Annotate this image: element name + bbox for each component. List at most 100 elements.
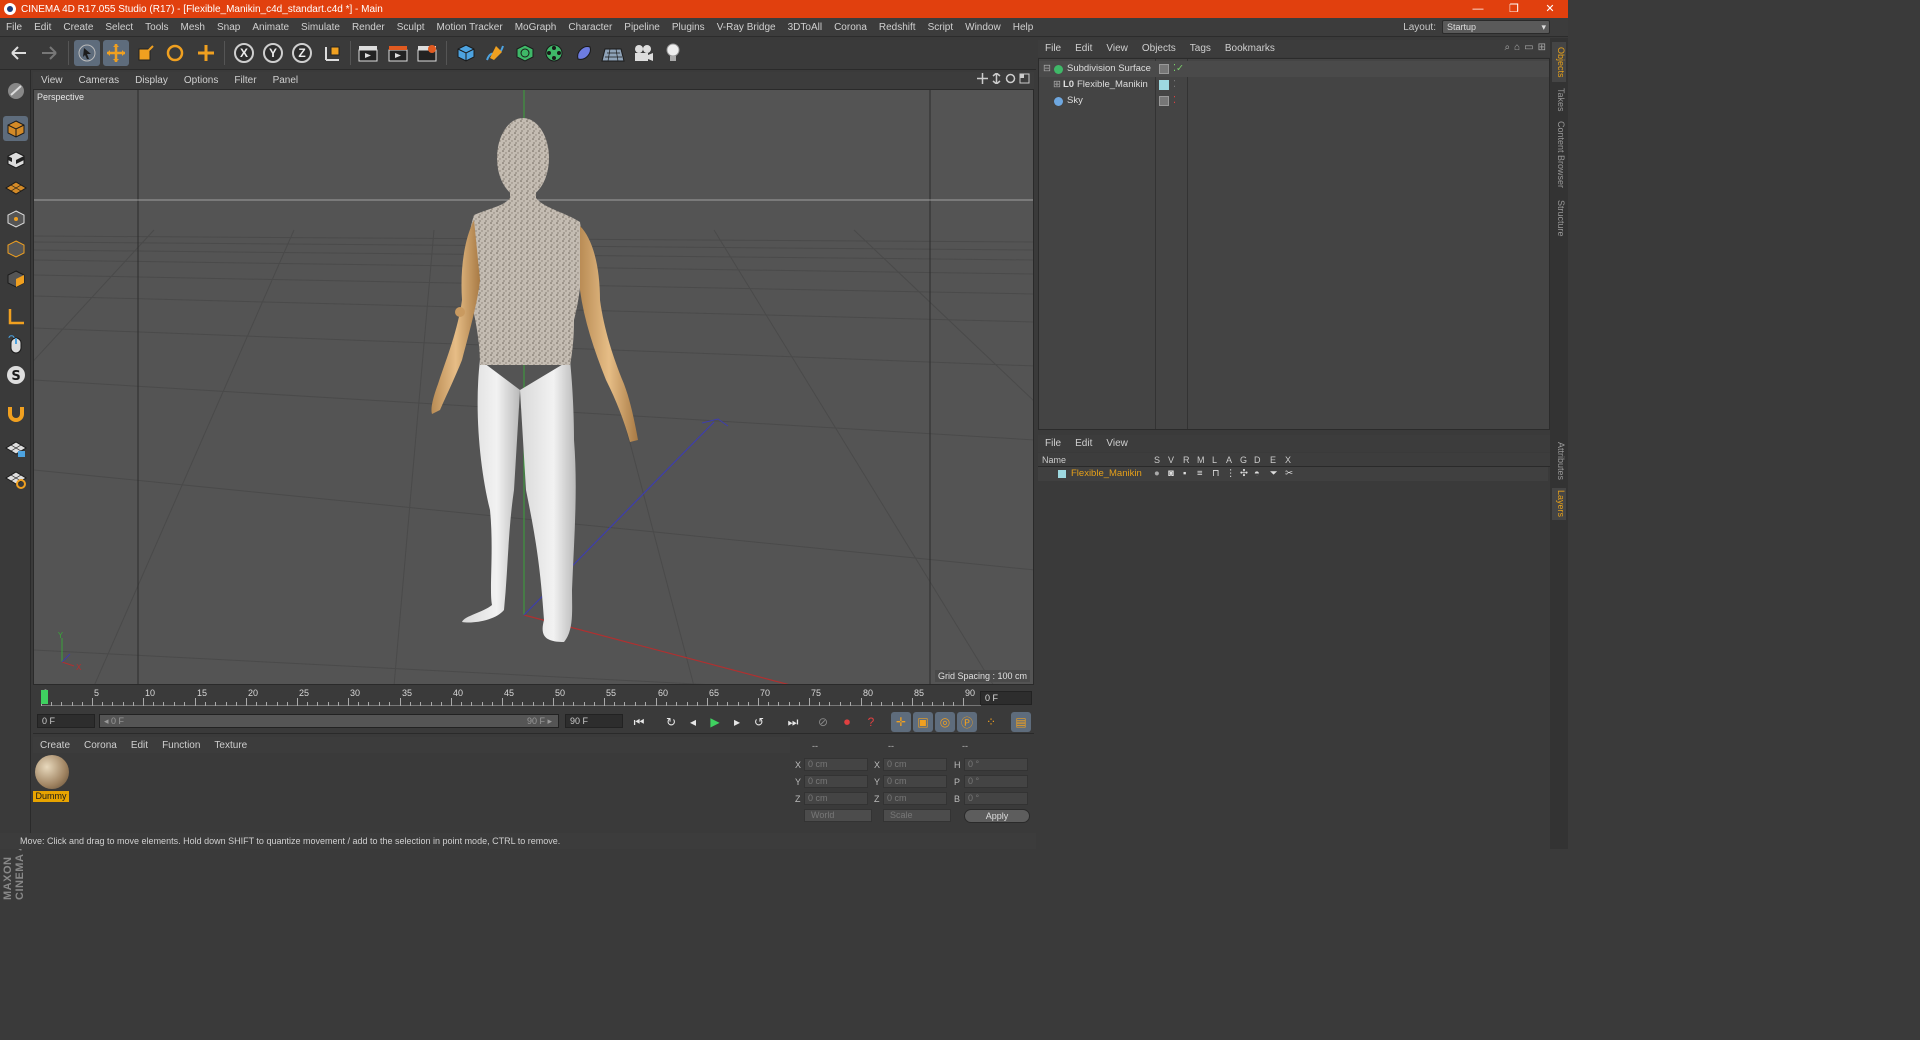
add-camera-button[interactable] <box>630 40 656 66</box>
layer-color-icon[interactable] <box>1159 80 1169 90</box>
coordinate-system-button[interactable] <box>320 40 346 66</box>
add-array-button[interactable] <box>541 40 567 66</box>
next-frame-button[interactable]: ▸ <box>727 712 747 732</box>
object-menu-file[interactable]: File <box>1038 43 1068 54</box>
object-menu-objects[interactable]: Objects <box>1135 43 1183 54</box>
viewport-menu-view[interactable]: View <box>33 75 71 86</box>
add-subdivision-button[interactable] <box>512 40 538 66</box>
material-menu-function[interactable]: Function <box>155 740 207 751</box>
viewport-dolly-icon[interactable] <box>991 73 1002 84</box>
apply-button[interactable]: Apply <box>964 809 1030 823</box>
layer-manager-icon[interactable]: ≡ <box>1197 467 1203 481</box>
current-frame-field[interactable]: 0 F <box>980 691 1032 705</box>
layout-dropdown[interactable]: Startup <box>1442 20 1550 34</box>
end-frame-field[interactable]: 90 F <box>565 714 623 728</box>
menu-snap[interactable]: Snap <box>211 22 246 33</box>
tab-objects[interactable]: Objects <box>1552 42 1566 82</box>
object-undock-icon[interactable]: ⊞ <box>1538 42 1546 53</box>
viewport-menu-cameras[interactable]: Cameras <box>71 75 128 86</box>
layer-animation-icon[interactable]: ⋮ <box>1226 467 1236 481</box>
expand-toggle-icon[interactable]: ⊞ <box>1053 77 1061 93</box>
coordinate-mode-dropdown[interactable]: Scale <box>883 809 951 822</box>
object-row-flexible-manikin[interactable]: ⊞ L0 Flexible_Manikin ⁚ <box>1039 77 1549 93</box>
layer-menu-file[interactable]: File <box>1038 438 1068 449</box>
layer-row-flexible-manikin[interactable]: Flexible_Manikin ● ◙ ▪ ≡ ⊓ ⋮ ✣ ◓ ⏷ ✂ <box>1038 467 1548 481</box>
start-frame-field[interactable]: 0 F <box>37 714 95 728</box>
viewport-menu-display[interactable]: Display <box>127 75 176 86</box>
viewport-menu-filter[interactable]: Filter <box>226 75 264 86</box>
scale-tool-button[interactable] <box>133 40 159 66</box>
menu-render[interactable]: Render <box>346 22 391 33</box>
layer-tag-icon[interactable] <box>1159 96 1169 106</box>
planar-workplane-button[interactable] <box>3 466 28 491</box>
goto-end-button[interactable]: ⏭ <box>783 712 803 732</box>
timeline-window-button[interactable]: ▤ <box>1011 712 1031 732</box>
tab-attributes[interactable]: Attributes <box>1552 438 1566 484</box>
tweak-mode-button[interactable] <box>3 332 28 357</box>
tab-structure[interactable]: Structure <box>1552 196 1566 240</box>
object-home-icon[interactable]: ⌂ <box>1514 42 1520 53</box>
keyframe-selection-button[interactable]: ? <box>861 712 881 732</box>
timeline-ruler[interactable]: 051015202530354045505560657075808590 0 F <box>33 686 1034 710</box>
live-selection-button[interactable] <box>74 40 100 66</box>
layer-menu-edit[interactable]: Edit <box>1068 438 1099 449</box>
menu-file[interactable]: File <box>0 22 28 33</box>
object-search-icon[interactable]: ⌕ <box>1505 42 1511 53</box>
material-menu-corona[interactable]: Corona <box>77 740 124 751</box>
menu-pipeline[interactable]: Pipeline <box>618 22 666 33</box>
position-y-field[interactable]: 0 cm <box>804 775 868 788</box>
restore-button[interactable]: ❐ <box>1496 0 1532 18</box>
layer-menu-view[interactable]: View <box>1099 438 1135 449</box>
lock-z-axis-button[interactable]: Z <box>289 40 315 66</box>
layer-deformer-icon[interactable]: ◓ <box>1254 467 1260 481</box>
render-view-button[interactable] <box>355 40 381 66</box>
layer-lock-icon[interactable]: ⊓ <box>1212 467 1219 481</box>
points-mode-button[interactable] <box>3 206 28 231</box>
visibility-dots-icon[interactable]: ⁚ <box>1173 77 1176 93</box>
key-scale-button[interactable]: ▣ <box>913 712 933 732</box>
layer-solo-icon[interactable]: ● <box>1154 467 1160 481</box>
menu-redshift[interactable]: Redshift <box>873 22 922 33</box>
key-parameter-button[interactable]: Ⓟ <box>957 712 977 732</box>
menu-corona[interactable]: Corona <box>828 22 873 33</box>
position-x-field[interactable]: 0 cm <box>804 758 868 771</box>
size-x-field[interactable]: 0 cm <box>883 758 947 771</box>
add-light-button[interactable] <box>660 40 686 66</box>
material-menu-create[interactable]: Create <box>33 740 77 751</box>
texture-mode-button[interactable] <box>3 147 28 172</box>
position-z-field[interactable]: 0 cm <box>804 792 868 805</box>
object-menu-bookmarks[interactable]: Bookmarks <box>1218 43 1282 54</box>
menu-mograph[interactable]: MoGraph <box>509 22 563 33</box>
layer-tag-icon[interactable] <box>1159 64 1169 74</box>
redo-button[interactable] <box>36 40 62 66</box>
preview-range-slider[interactable]: ◂ 0 F 90 F ▸ <box>99 714 559 728</box>
menu-mesh[interactable]: Mesh <box>175 22 211 33</box>
enabled-check-icon[interactable]: ⁚✓ <box>1173 61 1184 77</box>
key-rotation-button[interactable]: ◎ <box>935 712 955 732</box>
rotate-tool-button[interactable] <box>162 40 188 66</box>
render-picture-viewer-button[interactable] <box>385 40 411 66</box>
recent-tool-button[interactable] <box>193 40 219 66</box>
workplane-mode-button[interactable] <box>3 175 28 200</box>
layer-color-swatch[interactable] <box>1058 470 1066 478</box>
collapse-toggle-icon[interactable]: ⊟ <box>1043 61 1051 77</box>
menu-select[interactable]: Select <box>99 22 139 33</box>
key-position-button[interactable]: ✛ <box>891 712 911 732</box>
menu-plugins[interactable]: Plugins <box>666 22 711 33</box>
locked-workplane-button[interactable] <box>3 436 28 461</box>
axis-mode-button[interactable] <box>3 304 28 329</box>
layer-view-eye-icon[interactable]: ◙ <box>1168 467 1174 481</box>
move-tool-button[interactable] <box>103 40 129 66</box>
material-dummy[interactable]: Dummy <box>33 753 71 805</box>
perspective-viewport[interactable]: Y X Perspective Grid Spacing : 100 cm <box>33 89 1034 685</box>
object-menu-edit[interactable]: Edit <box>1068 43 1099 54</box>
viewport-menu-panel[interactable]: Panel <box>265 75 307 86</box>
menu-motion-tracker[interactable]: Motion Tracker <box>431 22 509 33</box>
menu-3dtoall[interactable]: 3DToAll <box>782 22 828 33</box>
close-button[interactable]: ✕ <box>1532 0 1568 18</box>
menu-tools[interactable]: Tools <box>139 22 174 33</box>
layer-expression-icon[interactable]: ⏷ <box>1270 467 1278 481</box>
object-row-subdivision-surface[interactable]: ⊟ Subdivision Surface ⁚✓ <box>1039 61 1549 77</box>
layer-generator-icon[interactable]: ✣ <box>1240 467 1248 481</box>
snapping-button[interactable]: S <box>3 362 28 387</box>
